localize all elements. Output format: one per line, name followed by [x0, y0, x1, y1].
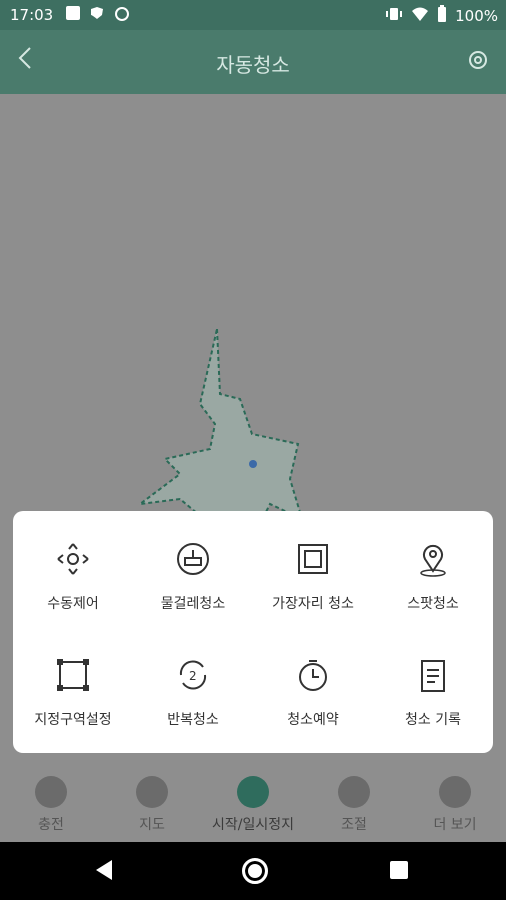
app-bar: 자동청소 — [0, 30, 506, 94]
battery-percent: 100% — [455, 7, 498, 25]
menu-spot-clean[interactable]: 스팟청소 — [373, 511, 493, 627]
shield-icon — [90, 6, 104, 26]
nav-label: 조절 — [341, 817, 367, 833]
nav-label: 충전 — [38, 817, 64, 833]
image-icon — [66, 6, 80, 20]
menu-mop-clean[interactable]: 물걸레청소 — [133, 511, 253, 627]
recents-icon[interactable] — [390, 861, 408, 879]
menu-clean-history[interactable]: 청소 기록 — [373, 627, 493, 743]
map-icon — [136, 776, 168, 808]
nav-adjust[interactable]: 조절 — [304, 768, 404, 834]
home-icon[interactable] — [242, 858, 268, 884]
cleaning-mode-menu: 수동제어 물걸레청소 가장자리 청소 스팟청소 지정구역설정 2 반복청소 청소… — [13, 511, 493, 753]
menu-label: 수동제어 — [47, 596, 99, 612]
status-time: 17:03 — [10, 6, 54, 24]
system-nav-bar — [0, 842, 506, 900]
nav-more[interactable]: 더 보기 — [405, 768, 505, 834]
more-icon — [439, 776, 471, 808]
page-title: 자동청소 — [216, 53, 290, 77]
menu-label: 지정구역설정 — [34, 712, 112, 728]
menu-manual-control[interactable]: 수동제어 — [13, 511, 133, 627]
menu-label: 청소예약 — [287, 712, 339, 728]
timer-icon — [295, 657, 331, 693]
menu-label: 가장자리 청소 — [272, 596, 354, 612]
repeat-icon: 2 — [175, 657, 211, 693]
mop-icon — [175, 541, 211, 577]
status-bar: 17:03 100% — [0, 0, 506, 30]
back-icon[interactable] — [96, 860, 112, 880]
status-left-icons — [66, 6, 130, 26]
nav-map[interactable]: 지도 — [102, 768, 202, 834]
location-pin-icon — [415, 541, 451, 577]
nav-label: 지도 — [139, 817, 165, 833]
sync-icon — [114, 6, 130, 26]
nav-charge[interactable]: 충전 — [1, 768, 101, 834]
fan-icon — [338, 776, 370, 808]
menu-label: 청소 기록 — [405, 712, 461, 728]
menu-zone-setting[interactable]: 지정구역설정 — [13, 627, 133, 743]
menu-schedule[interactable]: 청소예약 — [253, 627, 373, 743]
move-arrows-icon — [55, 541, 91, 577]
notepad-icon — [415, 657, 451, 693]
nav-start-pause[interactable]: 시작/일시정지 — [203, 768, 303, 834]
menu-edge-clean[interactable]: 가장자리 청소 — [253, 511, 373, 627]
play-icon — [237, 776, 269, 808]
charge-icon — [35, 776, 67, 808]
vibrate-icon — [385, 6, 403, 26]
nav-label: 더 보기 — [433, 817, 477, 833]
menu-label: 반복청소 — [167, 712, 219, 728]
menu-label: 물걸레청소 — [160, 596, 226, 612]
battery-icon — [437, 5, 447, 27]
bottom-nav: 충전 지도 시작/일시정지 조절 더 보기 — [0, 768, 506, 842]
nav-label: 시작/일시정지 — [212, 817, 294, 833]
menu-repeat-clean[interactable]: 2 반복청소 — [133, 627, 253, 743]
svg-text:2: 2 — [189, 669, 197, 683]
status-right-icons: 100% — [385, 5, 498, 27]
menu-label: 스팟청소 — [407, 596, 459, 612]
wifi-icon — [411, 6, 429, 26]
zone-square-icon — [55, 657, 91, 693]
gear-icon[interactable] — [466, 48, 490, 76]
edge-clean-icon — [295, 541, 331, 577]
